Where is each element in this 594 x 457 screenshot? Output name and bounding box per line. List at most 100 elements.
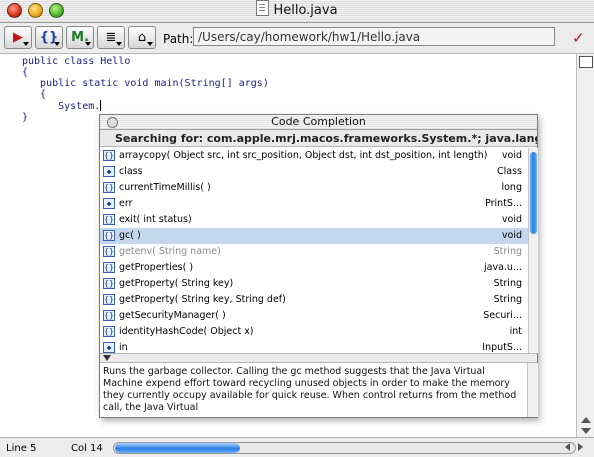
completion-return-type: java.u...: [483, 262, 522, 273]
line-number: Line 5: [6, 443, 37, 454]
completion-signature: getSecurityManager( ): [119, 310, 226, 321]
window-title-wrap: Hello.java: [0, 0, 594, 22]
description-splitter[interactable]: [100, 353, 537, 363]
completion-signature: identityHashCode( Object x): [119, 326, 254, 337]
code-line: }: [22, 112, 29, 123]
completion-list-scrollbar[interactable]: [528, 148, 538, 353]
editor-vertical-scrollbar[interactable]: [576, 54, 594, 437]
path-field[interactable]: /Users/cay/homework/hw1/Hello.java: [193, 27, 555, 46]
completion-signature: getenv( String name): [119, 246, 221, 257]
completion-return-type: String: [493, 294, 522, 305]
debug-menu-button[interactable]: ▶: [4, 26, 32, 49]
method-icon: {}: [103, 182, 115, 193]
completion-item[interactable]: {} gc( ) void: [100, 228, 528, 244]
completion-return-type: void: [501, 150, 522, 161]
completion-item[interactable]: ◆ err PrintS...: [100, 196, 528, 212]
method-icon: {}: [103, 246, 115, 257]
field-icon: ◆: [103, 198, 115, 209]
completion-item[interactable]: {} getenv( String name) String: [100, 244, 528, 260]
completion-return-type: int: [509, 326, 522, 337]
code-line: {: [22, 89, 47, 100]
completion-scroll-thumb[interactable]: [530, 152, 537, 234]
document-icon: ≣: [105, 30, 117, 45]
editor-window: Hello.java ▶ {} M. ≣ ⌂ Path: /Users/cay/…: [0, 0, 594, 457]
completion-return-type: void: [501, 214, 522, 225]
completion-signature: class: [119, 166, 143, 177]
scroll-down-arrow-icon[interactable]: [581, 428, 591, 434]
java-file-icon: [256, 0, 270, 16]
braces-menu-button[interactable]: {}: [35, 26, 63, 49]
method-icon: {}: [103, 262, 115, 273]
disclosure-triangle-icon[interactable]: [103, 355, 111, 361]
code-line: {: [22, 67, 29, 78]
scroll-right-arrow-icon[interactable]: [578, 443, 583, 451]
completion-item[interactable]: {} exit( int status) void: [100, 212, 528, 228]
completion-return-type: String: [493, 246, 522, 257]
title-bar[interactable]: Hello.java: [0, 0, 594, 23]
minimize-window-button[interactable]: [28, 3, 43, 18]
method-icon: {}: [103, 278, 115, 289]
completion-return-type: void: [501, 230, 522, 241]
window-title: Hello.java: [273, 3, 338, 18]
completion-return-type: Securi...: [483, 310, 522, 321]
code-line: public class Hello: [22, 56, 131, 67]
column-number: Col 14: [71, 443, 103, 454]
completion-item[interactable]: ◆ class Class: [100, 164, 528, 180]
split-view-icon[interactable]: [579, 56, 593, 68]
completion-list[interactable]: {} arraycopy( Object src, int src_positio…: [100, 148, 528, 353]
search-scope-label: Searching for: com.apple.mrj.macos.frame…: [100, 130, 537, 147]
method-icon: {}: [103, 294, 115, 305]
completion-return-type: InputS...: [482, 342, 522, 353]
completion-item[interactable]: {} identityHashCode( Object x) int: [100, 324, 528, 340]
completion-signature: exit( int status): [119, 214, 192, 225]
method-icon: {}: [103, 310, 115, 321]
checklist-icon[interactable]: ✓: [572, 29, 585, 47]
completion-signature: in: [119, 342, 128, 353]
completion-signature: currentTimeMillis( ): [119, 182, 211, 193]
completion-item[interactable]: {} getProperty( String key, String def) St…: [100, 292, 528, 308]
completion-return-type: PrintS...: [485, 198, 522, 209]
methods-menu-button[interactable]: M.: [66, 26, 94, 49]
field-icon: ◆: [103, 342, 115, 353]
code-completion-title-bar[interactable]: Code Completion: [100, 115, 537, 130]
description-scrollbar[interactable]: [527, 363, 538, 417]
path-label: Path:: [163, 32, 194, 46]
completion-item[interactable]: {} currentTimeMillis( ) long: [100, 180, 528, 196]
method-icon: {}: [103, 214, 115, 225]
status-bar: Line 5 Col 14: [0, 437, 594, 457]
zoom-window-button[interactable]: [49, 3, 64, 18]
code-completion-popup: Code Completion Searching for: com.apple…: [99, 114, 538, 418]
method-icon: {}: [103, 230, 115, 241]
completion-signature: getProperty( String key, String def): [119, 294, 286, 305]
completion-return-type: long: [501, 182, 522, 193]
scroll-up-arrow-icon[interactable]: [581, 417, 591, 423]
code-line: public static void main(String[] args): [22, 78, 269, 89]
completion-item[interactable]: {} getProperty( String key) String: [100, 276, 528, 292]
completion-signature: err: [119, 198, 133, 209]
completion-item[interactable]: {} getProperties( ) java.u...: [100, 260, 528, 276]
completion-signature: arraycopy( Object src, int src_position,…: [119, 150, 488, 161]
lock-menu-button[interactable]: ⌂: [128, 26, 156, 49]
horizontal-scroll-thumb[interactable]: [115, 443, 240, 453]
completion-item[interactable]: {} getSecurityManager( ) Securi...: [100, 308, 528, 324]
toolbar: ▶ {} M. ≣ ⌂ Path: /Users/cay/homework/hw…: [0, 23, 594, 54]
completion-signature: gc( ): [119, 230, 141, 241]
code-line: System.: [22, 101, 101, 112]
code-text: public class Hello { public static void …: [22, 56, 269, 123]
completion-item[interactable]: ◆ in InputS...: [100, 340, 528, 353]
completion-return-type: Class: [497, 166, 522, 177]
text-caret: [100, 100, 102, 111]
field-icon: ◆: [103, 166, 115, 177]
method-description: Runs the garbage collector. Calling the …: [103, 366, 517, 413]
close-popup-button[interactable]: [107, 117, 118, 128]
completion-signature: getProperty( String key): [119, 278, 234, 289]
close-window-button[interactable]: [7, 3, 22, 18]
lock-icon: ⌂: [137, 30, 147, 45]
method-icon: {}: [103, 326, 115, 337]
scroll-left-arrow-icon[interactable]: [565, 443, 570, 451]
completion-return-type: String: [493, 278, 522, 289]
document-menu-button[interactable]: ≣: [97, 26, 125, 49]
completion-item[interactable]: {} arraycopy( Object src, int src_positio…: [100, 148, 528, 164]
method-icon: {}: [103, 150, 115, 161]
horizontal-scrollbar[interactable]: [113, 442, 576, 454]
